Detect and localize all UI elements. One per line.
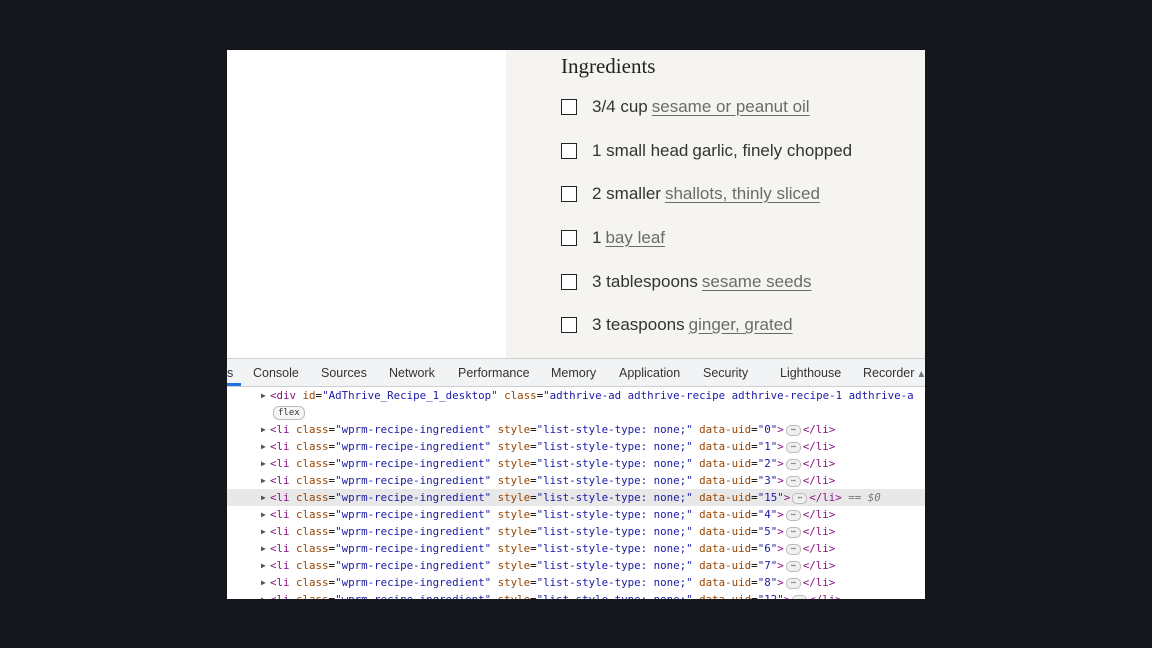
- tab-lighthouse[interactable]: Lighthouse: [780, 359, 841, 386]
- expand-triangle-icon[interactable]: ▶: [261, 489, 266, 506]
- collapsed-children-icon[interactable]: ⋯: [785, 526, 801, 538]
- collapsed-children-icon[interactable]: ⋯: [785, 475, 801, 487]
- ingredient-checkbox[interactable]: [561, 186, 577, 202]
- ingredient-item: 1 bay leaf: [561, 226, 665, 250]
- ingredient-checkbox[interactable]: [561, 274, 577, 290]
- tab-network[interactable]: Network: [389, 359, 435, 386]
- collapsed-children-icon[interactable]: ⋯: [792, 492, 808, 504]
- ingredient-item: 3 tablespoons sesame seeds: [561, 270, 812, 294]
- ingredient-quantity: 2 smaller: [592, 184, 661, 203]
- dom-node-row[interactable]: ▶ <div id="AdThrive_Recipe_1_desktop" cl…: [227, 387, 925, 404]
- expand-triangle-icon[interactable]: ▶: [261, 591, 266, 599]
- ingredient-checkbox[interactable]: [561, 317, 577, 333]
- expand-triangle-icon[interactable]: ▶: [261, 421, 266, 438]
- tab-memory[interactable]: Memory: [551, 359, 596, 386]
- ingredient-item: 1 small head garlic, finely chopped: [561, 139, 852, 163]
- dom-node-row[interactable]: ▶<li class="wprm-recipe-ingredient" styl…: [227, 557, 925, 574]
- expand-triangle-icon[interactable]: ▶: [261, 540, 266, 557]
- devtools-tabbar: s Console Sources Network Performance Me…: [227, 359, 925, 387]
- ingredient-link[interactable]: bay leaf: [605, 228, 665, 248]
- expand-triangle-icon[interactable]: ▶: [261, 455, 266, 472]
- ingredient-checkbox[interactable]: [561, 143, 577, 159]
- ingredient-checkbox[interactable]: [561, 230, 577, 246]
- ingredient-quantity: 1 small head: [592, 141, 689, 160]
- dom-node-row[interactable]: ▶<li class="wprm-recipe-ingredient" styl…: [227, 421, 925, 438]
- browser-window: Ingredients 3/4 cup sesame or peanut oil…: [227, 50, 925, 599]
- dom-node-row[interactable]: ▶<li class="wprm-recipe-ingredient" styl…: [227, 438, 925, 455]
- tab-recorder-label: Recorder: [863, 366, 915, 380]
- tab-application[interactable]: Application: [619, 359, 680, 386]
- expand-triangle-icon[interactable]: ▶: [261, 472, 266, 489]
- devtools-panel: s Console Sources Network Performance Me…: [227, 358, 925, 599]
- collapsed-children-icon[interactable]: ⋯: [785, 560, 801, 572]
- ingredient-item: 3 teaspoons ginger, grated: [561, 313, 793, 337]
- expand-triangle-icon[interactable]: ▶: [261, 506, 266, 523]
- tab-sources[interactable]: Sources: [321, 359, 367, 386]
- dom-node-row[interactable]: ▶<li class="wprm-recipe-ingredient" styl…: [227, 506, 925, 523]
- flex-badge[interactable]: flex: [273, 406, 305, 420]
- ingredient-name: garlic, finely chopped: [692, 141, 853, 160]
- ingredient-quantity: 3/4 cup: [592, 97, 648, 116]
- tab-performance[interactable]: Performance: [458, 359, 530, 386]
- expand-triangle-icon[interactable]: ▶: [261, 438, 266, 455]
- tab-console[interactable]: Console: [253, 359, 299, 386]
- tab-security[interactable]: Security: [703, 359, 748, 386]
- page-left-column: [227, 50, 506, 358]
- recipe-ingredients-panel: Ingredients 3/4 cup sesame or peanut oil…: [506, 50, 925, 358]
- ingredient-link[interactable]: shallots, thinly sliced: [665, 184, 820, 204]
- elements-tree: ▶ <div id="AdThrive_Recipe_1_desktop" cl…: [227, 387, 925, 599]
- collapsed-children-icon[interactable]: ⋯: [792, 594, 808, 599]
- ingredient-quantity: 3 teaspoons: [592, 315, 685, 334]
- active-tab-indicator: [227, 383, 241, 386]
- dom-node-row[interactable]: ▶<li class="wprm-recipe-ingredient" styl…: [227, 523, 925, 540]
- expand-triangle-icon[interactable]: ▶: [261, 387, 266, 404]
- collapsed-children-icon[interactable]: ⋯: [785, 577, 801, 589]
- dom-badge-row: flex: [227, 404, 925, 421]
- ingredient-link[interactable]: sesame seeds: [702, 272, 812, 292]
- experiment-icon: ▲: [916, 369, 925, 380]
- dom-node-row[interactable]: ▶<li class="wprm-recipe-ingredient" styl…: [227, 472, 925, 489]
- ingredient-checkbox[interactable]: [561, 99, 577, 115]
- ingredient-quantity: 3 tablespoons: [592, 272, 698, 291]
- dom-node-row[interactable]: ▶<li class="wprm-recipe-ingredient" styl…: [227, 455, 925, 472]
- expand-triangle-icon[interactable]: ▶: [261, 523, 266, 540]
- ingredient-link[interactable]: ginger, grated: [689, 315, 793, 335]
- expand-triangle-icon[interactable]: ▶: [261, 574, 266, 591]
- collapsed-children-icon[interactable]: ⋯: [785, 509, 801, 521]
- ingredient-item: 2 smaller shallots, thinly sliced: [561, 182, 820, 206]
- selected-node-marker: == $0: [848, 491, 881, 504]
- ingredient-quantity: 1: [592, 228, 602, 247]
- dom-node-row[interactable]: ▶<li class="wprm-recipe-ingredient" styl…: [227, 540, 925, 557]
- tab-elements[interactable]: s: [227, 359, 233, 386]
- tab-recorder[interactable]: Recorder ▲: [863, 359, 925, 386]
- dom-node-row[interactable]: ▶<li class="wprm-recipe-ingredient" styl…: [227, 574, 925, 591]
- collapsed-children-icon[interactable]: ⋯: [785, 543, 801, 555]
- ingredient-item: 3/4 cup sesame or peanut oil: [561, 95, 810, 119]
- collapsed-children-icon[interactable]: ⋯: [785, 441, 801, 453]
- dom-node-row[interactable]: ▶<li class="wprm-recipe-ingredient" styl…: [227, 591, 925, 599]
- collapsed-children-icon[interactable]: ⋯: [785, 458, 801, 470]
- ingredient-link[interactable]: sesame or peanut oil: [652, 97, 810, 117]
- ingredients-heading: Ingredients: [561, 54, 656, 78]
- expand-triangle-icon[interactable]: ▶: [261, 557, 266, 574]
- dom-node-row[interactable]: ▶<li class="wprm-recipe-ingredient" styl…: [227, 489, 925, 506]
- collapsed-children-icon[interactable]: ⋯: [785, 424, 801, 436]
